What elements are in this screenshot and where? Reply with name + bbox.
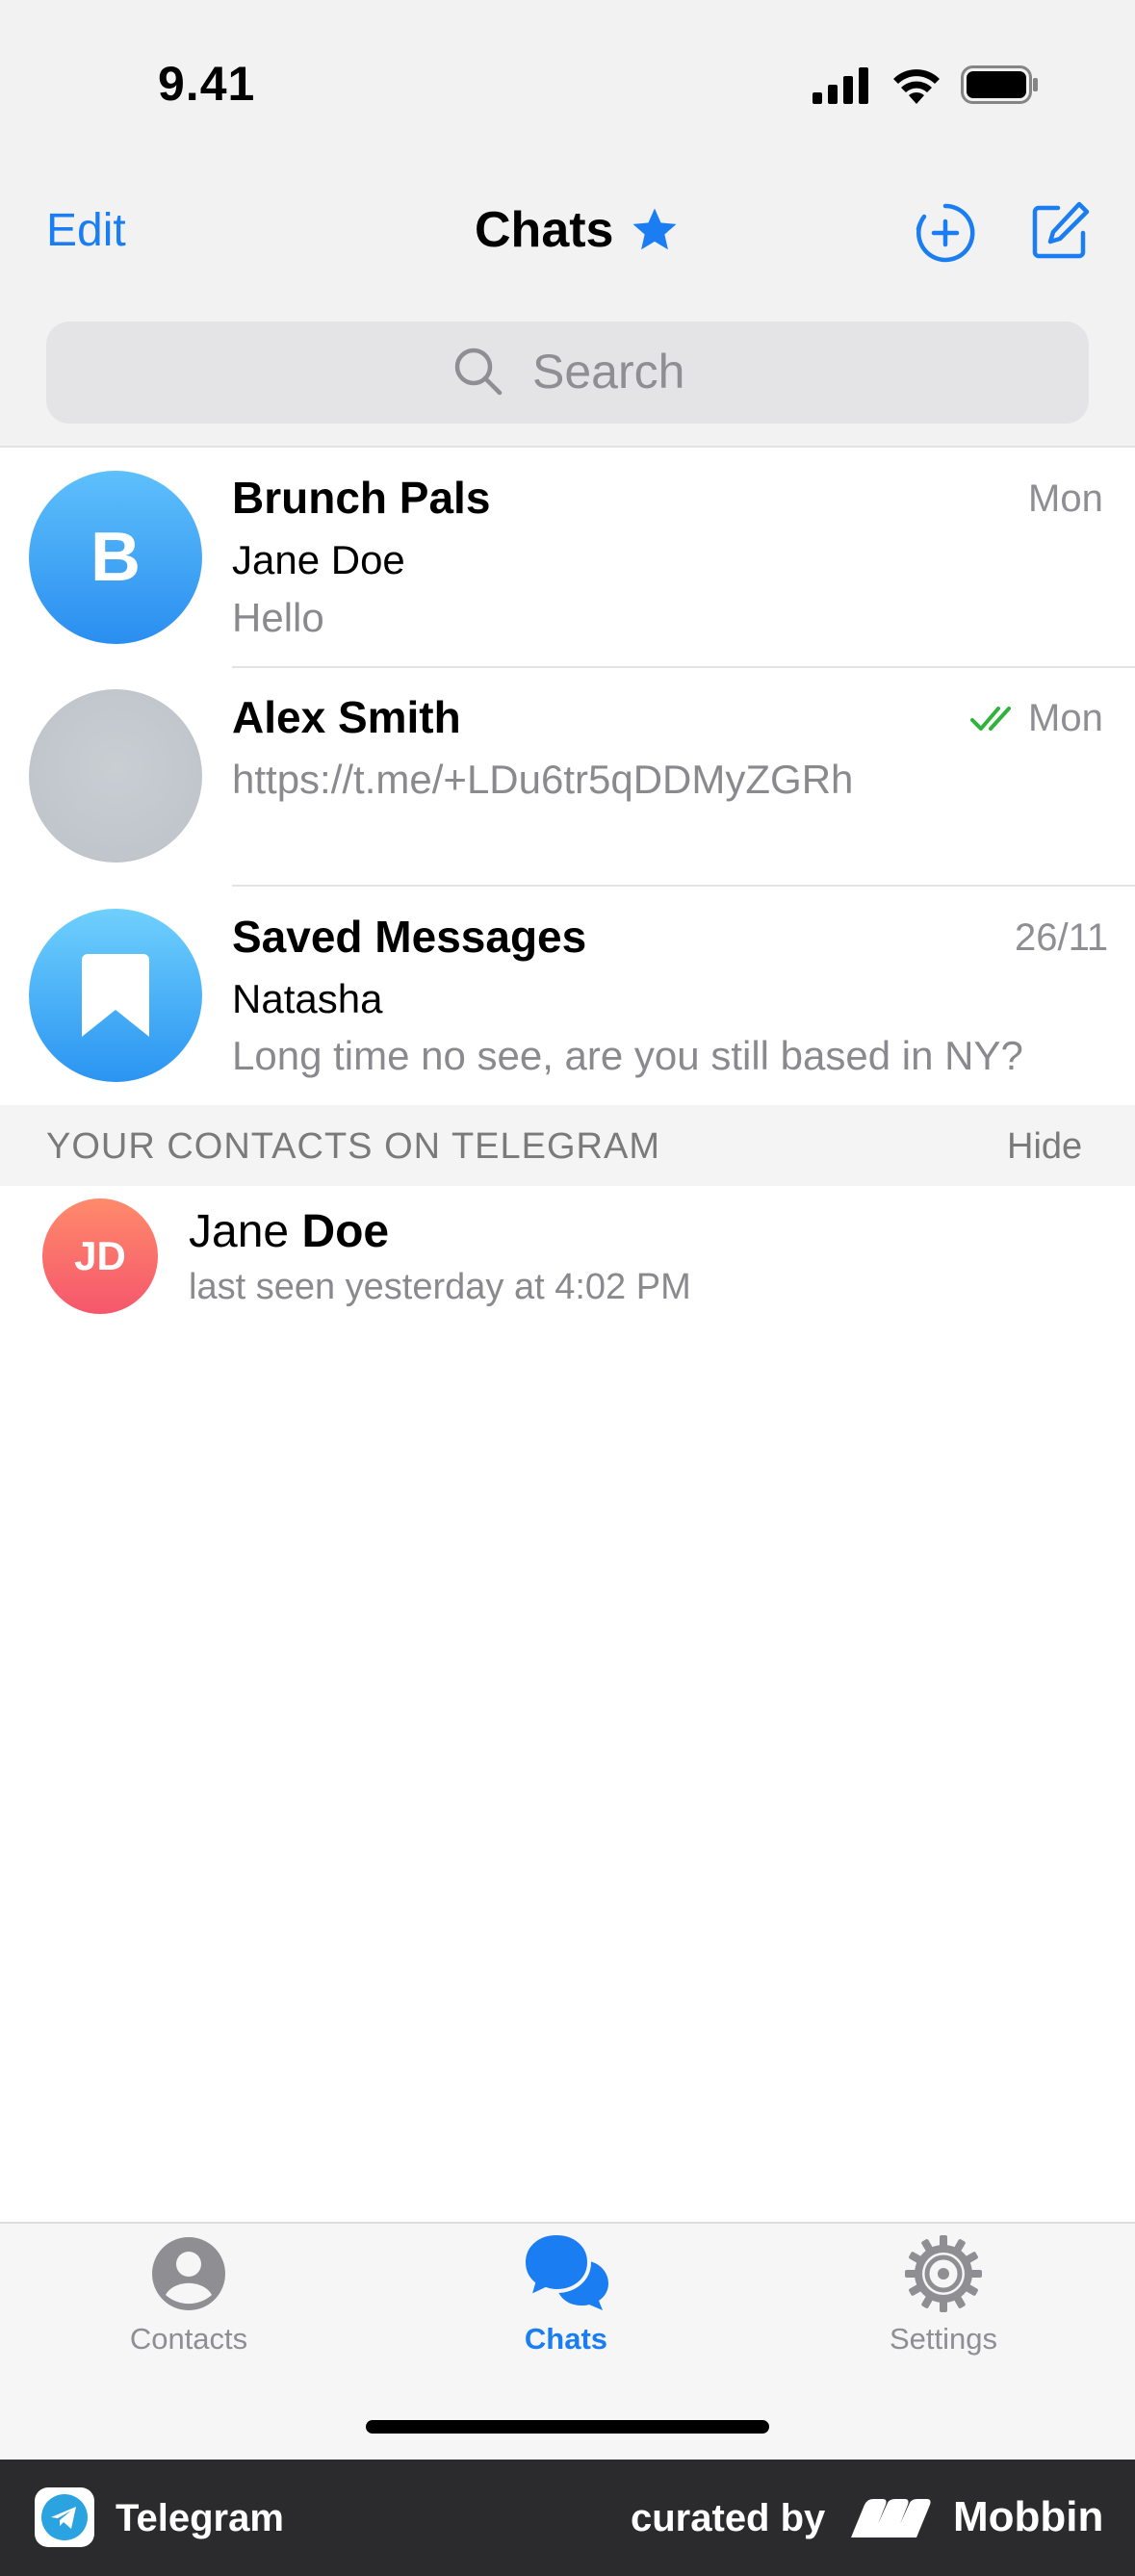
mobbin-logo-icon <box>851 2499 931 2537</box>
chat-title: Brunch Pals <box>232 473 491 523</box>
tab-label: Settings <box>889 2322 997 2356</box>
contact-name: Jane Doe <box>189 1205 389 1258</box>
chat-date: Mon <box>1028 477 1103 520</box>
gear-icon <box>905 2235 982 2312</box>
double-check-icon <box>970 707 1011 731</box>
avatar <box>29 909 202 1082</box>
bookmark-icon <box>82 954 149 1037</box>
person-icon <box>152 2237 225 2310</box>
avatar: B <box>29 471 202 644</box>
new-story-icon[interactable] <box>915 202 976 264</box>
tab-label: Chats <box>524 2322 608 2356</box>
contact-last-name: Doe <box>301 1206 390 1257</box>
chat-title: Saved Messages <box>232 912 587 962</box>
avatar <box>29 689 202 863</box>
page-title: Chats <box>475 202 614 258</box>
home-indicator[interactable] <box>366 2420 769 2434</box>
tab-label: Contacts <box>129 2322 248 2356</box>
section-title: YOUR CONTACTS ON TELEGRAM <box>46 1126 660 1167</box>
cellular-signal-icon <box>813 67 868 104</box>
search-placeholder: Search <box>532 345 685 399</box>
wifi-icon <box>893 69 940 104</box>
contact-first-name: Jane <box>189 1206 290 1257</box>
contact-last-seen: last seen yesterday at 4:02 PM <box>189 1267 691 1307</box>
chat-title: Alex Smith <box>232 692 461 742</box>
edit-button[interactable]: Edit <box>46 204 126 257</box>
chat-preview: Hello <box>232 595 324 640</box>
chat-sender: Natasha <box>232 976 383 1021</box>
search-icon <box>454 348 503 396</box>
chat-preview: Long time no see, are you still based in… <box>232 1033 1023 1078</box>
status-time: 9.41 <box>158 57 256 111</box>
chat-sender: Jane Doe <box>232 537 405 582</box>
avatar: JD <box>42 1198 158 1314</box>
star-icon[interactable] <box>628 204 682 256</box>
hide-button[interactable]: Hide <box>1007 1126 1082 1168</box>
telegram-logo-icon <box>35 2487 94 2547</box>
chat-date: Mon <box>1028 697 1103 739</box>
compose-icon[interactable] <box>1029 200 1091 262</box>
footer-brand: Mobbin <box>953 2493 1104 2540</box>
chat-preview: https://t.me/+LDu6tr5qDDMyZGRh <box>232 757 854 802</box>
chat-date: 26/11 <box>1015 916 1109 959</box>
footer-app-name: Telegram <box>116 2497 284 2539</box>
battery-icon <box>961 65 1038 104</box>
chat-bubbles-icon <box>522 2231 608 2310</box>
footer-curated-by: curated by <box>631 2497 826 2539</box>
